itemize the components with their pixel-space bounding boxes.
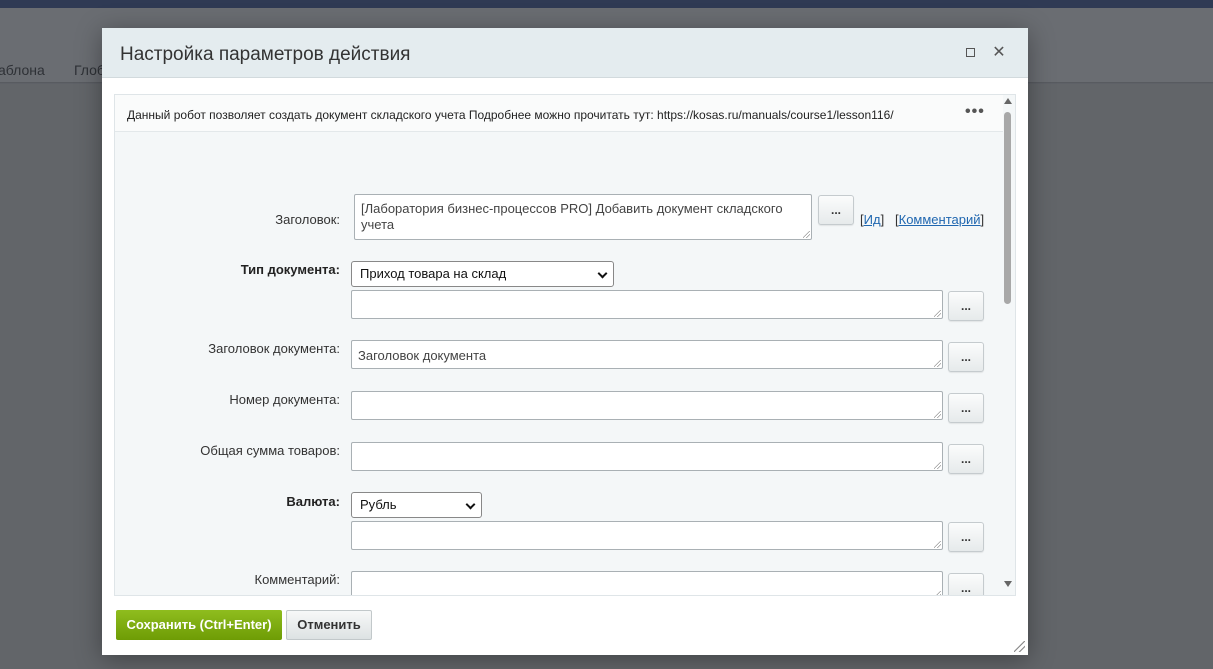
dialog-body: Данный робот позволяет создать документ …	[114, 94, 1016, 596]
chevron-down-icon	[597, 268, 608, 279]
doc-type-expression-field[interactable]	[351, 290, 943, 319]
title-field-value: [Лаборатория бизнес-процессов PRO] Добав…	[361, 201, 783, 232]
comment-label: Комментарий:	[254, 572, 341, 587]
scroll-down-icon[interactable]	[1004, 581, 1012, 587]
scroll-thumb[interactable]	[1004, 112, 1011, 304]
currency-expression-field[interactable]	[351, 521, 943, 550]
close-icon[interactable]: ✕	[989, 43, 1009, 63]
resize-grip-icon[interactable]	[934, 541, 941, 548]
doc-title-value: Заголовок документа	[358, 348, 487, 363]
more-options-icon[interactable]: •••	[965, 103, 985, 121]
total-label: Общая сумма товаров:	[200, 443, 340, 458]
comment-field[interactable]	[351, 571, 943, 595]
total-insert-button[interactable]: ...	[948, 444, 984, 474]
description-row: Данный робот позволяет создать документ …	[115, 95, 1003, 132]
doc-type-label: Тип документа:	[240, 262, 340, 277]
resize-grip-icon[interactable]	[934, 310, 941, 317]
doc-title-label: Заголовок документа:	[208, 341, 340, 356]
resize-grip-icon[interactable]	[934, 411, 941, 418]
dialog-resize-icon[interactable]	[1014, 641, 1025, 652]
doc-number-insert-button[interactable]: ...	[948, 393, 984, 423]
comment-link[interactable]: Комментарий	[899, 212, 981, 227]
currency-select[interactable]: Рубль	[351, 492, 482, 518]
title-label: Заголовок:	[275, 212, 340, 227]
doc-type-selected: Приход товара на склад	[360, 266, 507, 281]
action-settings-dialog: Настройка параметров действия ✕ Данный р…	[102, 28, 1028, 655]
background-topbar	[0, 0, 1213, 8]
background-tab: аблона	[0, 62, 45, 78]
doc-title-insert-button[interactable]: ...	[948, 342, 984, 372]
resize-grip-icon[interactable]	[934, 360, 941, 367]
dialog-header: Настройка параметров действия ✕	[102, 28, 1028, 78]
maximize-icon[interactable]	[961, 43, 981, 63]
doc-number-field[interactable]	[351, 391, 943, 420]
comment-insert-button[interactable]: ...	[948, 573, 984, 595]
dialog-scrollbar[interactable]	[1001, 95, 1015, 595]
scroll-up-icon[interactable]	[1004, 98, 1012, 104]
cancel-button[interactable]: Отменить	[286, 610, 372, 640]
id-link[interactable]: Ид	[864, 212, 881, 227]
title-insert-button[interactable]: ...	[818, 195, 854, 225]
doc-type-insert-button[interactable]: ...	[948, 291, 984, 321]
dialog-title: Настройка параметров действия	[120, 44, 411, 65]
total-field[interactable]	[351, 442, 943, 471]
title-field[interactable]: [Лаборатория бизнес-процессов PRO] Добав…	[354, 194, 812, 240]
background-tab: Глоб	[74, 62, 105, 78]
title-links: [Ид] [Комментарий]	[860, 212, 985, 227]
save-button[interactable]: Сохранить (Ctrl+Enter)	[116, 610, 282, 640]
chevron-down-icon	[465, 499, 476, 510]
currency-label: Валюта:	[286, 494, 340, 509]
doc-type-select[interactable]: Приход товара на склад	[351, 261, 614, 287]
resize-grip-icon[interactable]	[934, 591, 941, 595]
resize-grip-icon[interactable]	[803, 231, 810, 238]
doc-number-label: Номер документа:	[229, 392, 340, 407]
currency-insert-button[interactable]: ...	[948, 522, 984, 552]
resize-grip-icon[interactable]	[934, 462, 941, 469]
currency-selected: Рубль	[360, 497, 397, 512]
robot-description: Данный робот позволяет создать документ …	[127, 108, 894, 122]
doc-title-field[interactable]: Заголовок документа	[351, 340, 943, 369]
